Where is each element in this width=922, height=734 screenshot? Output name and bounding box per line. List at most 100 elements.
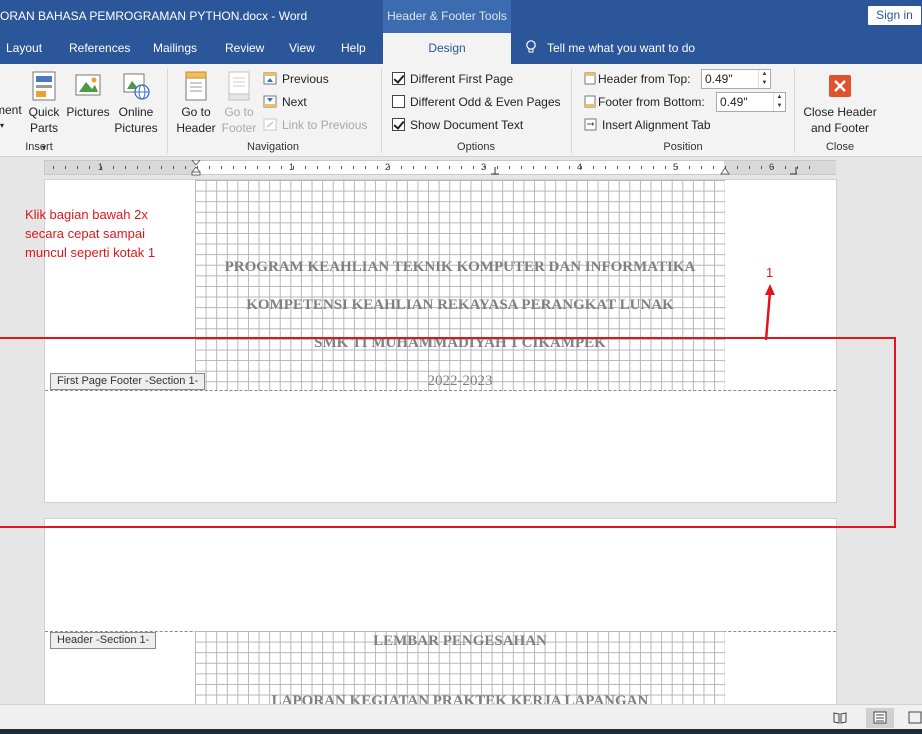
previous-section-icon [263,72,277,85]
web-layout-icon[interactable] [908,711,922,724]
ruler-tick [521,166,522,169]
ruler-tick [353,166,354,169]
group-divider [167,69,168,153]
ruler-tick [629,166,630,169]
insert-group-label: Insert [25,141,53,153]
ruler-tick [173,166,174,169]
footer-from-bottom-label-row: Footer from Bottom: [584,93,705,111]
tab-view[interactable]: View [289,33,315,64]
ruler-tick [269,166,270,169]
ruler-tick [341,166,342,169]
ruler-tick [113,166,114,169]
spin-arrows-icon[interactable]: ▲ ▼ [773,93,785,111]
ruler-tick [77,166,78,169]
ribbon-tab-bar: Layout References Mailings Review View H… [0,33,922,64]
close-header-footer-label-2: and Footer [810,121,870,135]
go-to-footer-icon [228,71,250,101]
quick-parts-label-2: Parts [29,121,58,135]
footer-from-bottom-input[interactable]: 0.49" ▲ ▼ [716,92,786,112]
sign-in-button[interactable]: Sign in [868,6,921,25]
ruler-tick [305,166,306,169]
header-from-top-input[interactable]: 0.49" ▲ ▼ [701,69,771,89]
ruler-tick [413,166,414,169]
read-mode-icon[interactable] [833,711,847,724]
ruler-tick [161,166,162,169]
show-document-text-label: Show Document Text [410,118,524,132]
tell-me-search[interactable]: Tell me what you want to do [525,33,695,64]
go-to-header-label-2: Header [176,121,216,135]
print-layout-button[interactable] [866,708,894,728]
different-first-page-checkbox[interactable]: Different First Page [392,70,513,88]
ruler-tick [317,166,318,169]
ruler-tick [221,166,222,169]
previous-button[interactable]: Previous [263,70,329,88]
ribbon: ment ▾ Quick Parts ▾ Pictures Online Pic… [0,64,922,157]
ruler-tick [689,166,690,169]
ruler-tick [701,166,702,169]
ruler-tick [581,166,582,169]
insert-alignment-tab-button[interactable]: Insert Alignment Tab [584,116,711,134]
ruler-tick [677,166,678,169]
go-to-header-label: Go to [181,105,211,119]
close-header-footer-label: Close Header [803,105,877,119]
online-pictures-label: Online [118,105,154,119]
go-to-footer-label-2: Footer [221,121,257,135]
ruler-tick [713,166,714,169]
ruler-tick [473,166,474,169]
ruler-tick [449,166,450,169]
show-document-text-checkbox[interactable]: Show Document Text [392,116,523,134]
different-odd-even-checkbox[interactable]: Different Odd & Even Pages [392,93,561,111]
instruction-annotation: Klik bagian bawah 2x secara cepat sampai… [25,205,155,262]
ruler-tick [377,166,378,169]
page1-line-kompetensi: KOMPETENSI KEAHLIAN REKAYASA PERANGKAT L… [246,297,674,313]
ruler-tick [125,166,126,169]
tab-references[interactable]: References [69,33,130,64]
document-page-2[interactable]: Header -Section 1- LEMBAR PENGESAHAN LAP… [44,518,837,719]
ruler-tick [557,166,558,169]
annotation-line-1: Klik bagian bawah 2x [25,207,148,222]
tab-help[interactable]: Help [341,33,366,64]
annotation-line-2: secara cepat sampai [25,226,145,241]
ruler-tick [485,166,486,169]
document-info-button[interactable]: ment ▾ [0,70,24,134]
annotation-highlight-box [0,337,896,528]
page2-line-lembar: LEMBAR PENGESAHAN [373,633,547,649]
online-pictures-button[interactable]: Online Pictures [113,70,159,136]
spin-arrows-icon[interactable]: ▲ ▼ [758,70,770,88]
header-section-tag: Header -Section 1- [50,632,157,649]
go-to-header-button[interactable]: Go to Header [176,70,216,136]
ruler-tick [809,166,810,169]
tell-me-label: Tell me what you want to do [547,41,696,55]
alignment-tab-icon [584,118,597,131]
annotation-number: 1 [766,265,774,280]
ruler-tick [389,166,390,169]
ruler-tick [365,166,366,169]
pictures-button[interactable]: Pictures [66,70,110,120]
tab-design[interactable]: Design [383,33,511,64]
window-title: ORAN BAHASA PEMROGRAMAN PYTHON.docx - Wo… [0,9,308,23]
group-divider [571,69,572,153]
link-to-previous-button[interactable]: Link to Previous [263,116,367,134]
horizontal-ruler[interactable]: 1 1 2 3 4 5 6 [44,160,836,176]
tab-layout[interactable]: Layout [6,33,42,64]
next-button[interactable]: Next [263,93,307,111]
link-icon [263,118,277,131]
ruler-tick [725,166,726,169]
indent-marker-icon[interactable] [191,160,201,176]
footer-position-icon [584,95,596,108]
pictures-icon [75,74,101,96]
ruler-tick [569,166,570,169]
ruler-tick [593,166,594,169]
checkbox-checked-icon [392,72,405,85]
taskbar [0,729,922,734]
ruler-tick [797,166,798,169]
ruler-tick [641,166,642,169]
close-header-footer-button[interactable]: Close Header and Footer [800,70,880,136]
tab-review[interactable]: Review [225,33,264,64]
ruler-tick [509,166,510,169]
title-bar: ORAN BAHASA PEMROGRAMAN PYTHON.docx - Wo… [0,0,922,33]
tab-mailings[interactable]: Mailings [153,33,197,64]
checkbox-unchecked-icon [392,95,405,108]
quick-parts-icon [32,71,56,101]
go-to-footer-button[interactable]: Go to Footer [219,70,259,136]
